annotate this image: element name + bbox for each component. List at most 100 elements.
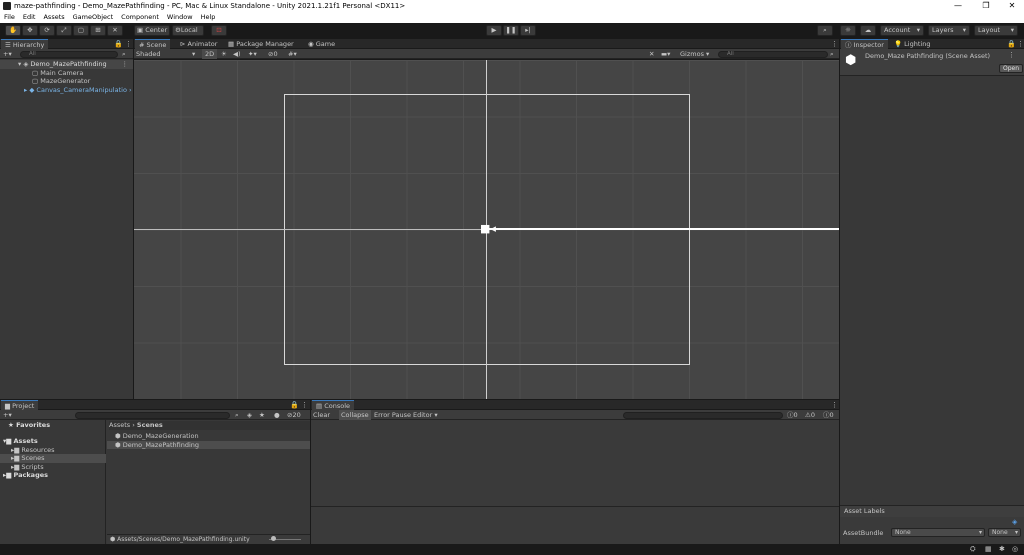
tab-console[interactable]: ▤ Console <box>312 400 355 410</box>
layers-dropdown[interactable]: Layers ▾ <box>928 25 970 36</box>
lock-icon[interactable]: 🔒 <box>1007 39 1016 49</box>
tag-icon[interactable]: ◈ <box>1012 518 1017 526</box>
open-button[interactable]: Open <box>999 64 1024 73</box>
file-item[interactable]: ⬢ Demo_MazeGeneration <box>115 432 199 441</box>
breadcrumb-assets[interactable]: Assets <box>109 421 130 429</box>
tab-package-manager[interactable]: ▦ Package Manager <box>224 39 298 49</box>
kebab-menu-icon[interactable]: ⋮ <box>1017 39 1024 49</box>
kebab-menu-icon[interactable]: ⋮ <box>301 400 308 410</box>
transform-tool-button[interactable]: ⊞ <box>90 25 106 36</box>
favorites-item[interactable]: ★ Favorites <box>8 421 50 430</box>
lock-icon[interactable]: 🔒 <box>290 400 299 410</box>
camera-settings-icon[interactable]: ▬▾ <box>661 49 670 59</box>
asset-variant-dropdown[interactable]: None ▾ <box>988 528 1021 537</box>
rotate-tool-button[interactable]: ⟳ <box>39 25 55 36</box>
clear-button[interactable]: Clear <box>313 410 330 420</box>
search-by-type-icon[interactable]: ⌕ <box>235 410 239 420</box>
search-button[interactable]: ⌕ <box>817 25 833 36</box>
grid-toggle-icon[interactable]: #▾ <box>288 49 297 59</box>
hierarchy-search-input[interactable]: All <box>20 50 118 58</box>
favorite-icon[interactable]: ★ <box>259 410 265 420</box>
packages-folder[interactable]: ▸▆ Packages <box>3 471 48 480</box>
menu-component[interactable]: Component <box>117 12 163 23</box>
menu-help[interactable]: Help <box>197 12 220 23</box>
folder-resources[interactable]: ▸▆ Resources <box>11 446 55 455</box>
menu-window[interactable]: Window <box>163 12 197 23</box>
menu-edit[interactable]: Edit <box>19 12 40 23</box>
scene-viewport[interactable]: ■◂ <box>134 60 839 399</box>
console-search-input[interactable] <box>623 411 783 419</box>
rect-tool-button[interactable]: ▢ <box>73 25 89 36</box>
audio-toggle-icon[interactable]: ◀) <box>233 49 241 59</box>
settings-icon[interactable]: ⋮ <box>1008 51 1015 59</box>
folder-scripts[interactable]: ▸▆ Scripts <box>11 463 44 472</box>
pivot-local-toggle[interactable]: ⚙Local <box>172 25 204 36</box>
slider-handle[interactable] <box>271 536 276 541</box>
close-button[interactable]: ✕ <box>1000 0 1024 12</box>
custom-tool-button[interactable]: ✕ <box>107 25 123 36</box>
hierarchy-item-mazegenerator[interactable]: ▢ MazeGenerator <box>32 77 90 86</box>
tab-hierarchy[interactable]: ☰ Hierarchy <box>1 39 49 49</box>
lock-icon[interactable]: 🔒 <box>114 39 123 49</box>
restore-button[interactable]: ❐ <box>974 0 998 12</box>
chevron-down-icon[interactable]: ▾ <box>192 49 195 59</box>
assets-folder[interactable]: ▾▆ Assets <box>3 437 38 446</box>
camera-gizmo-icon[interactable]: ■◂ <box>480 223 496 234</box>
menu-assets[interactable]: Assets <box>39 12 68 23</box>
menu-gameobject[interactable]: GameObject <box>69 12 118 23</box>
log-count-toggle[interactable]: ⓘ0 <box>787 410 798 420</box>
kebab-menu-icon[interactable]: ⋮ <box>125 39 132 49</box>
pause-button[interactable]: ❚❚ <box>503 25 519 36</box>
minimize-button[interactable]: — <box>946 0 970 12</box>
filter-icon[interactable]: ⌕ <box>122 49 126 59</box>
tab-inspector[interactable]: ⓘ Inspector <box>841 39 888 49</box>
editor-dropdown[interactable]: Editor ▾ <box>413 410 438 420</box>
filter-icon[interactable]: ⌕ <box>830 49 834 59</box>
create-plus-icon[interactable]: +▾ <box>3 410 12 420</box>
kebab-menu-icon[interactable]: ⋮ <box>831 39 838 49</box>
hand-tool-button[interactable]: ✋ <box>5 25 21 36</box>
create-plus-icon[interactable]: +▾ <box>3 49 12 59</box>
tab-animator[interactable]: ⊳ Animator <box>176 39 221 49</box>
pivot-center-toggle[interactable]: ▣ Center <box>134 25 170 36</box>
effects-toggle-icon[interactable]: ✦▾ <box>248 49 257 59</box>
account-dropdown[interactable]: Account ▾ <box>880 25 924 36</box>
play-button[interactable]: ▶ <box>486 25 502 36</box>
collapse-button[interactable]: Collapse <box>339 410 371 420</box>
tools-icon[interactable]: ✕ <box>649 49 654 59</box>
scene-row[interactable]: ▾ ◈ Demo_MazePathfinding ⋮ <box>0 60 133 69</box>
shading-dropdown[interactable]: Shaded <box>136 49 160 59</box>
tab-game[interactable]: ◉ Game <box>304 39 339 49</box>
gizmos-dropdown[interactable]: Gizmos ▾ <box>680 49 709 59</box>
lighting-toggle-icon[interactable]: ☀ <box>221 49 227 59</box>
cache-server-icon[interactable]: ▦ <box>985 545 992 553</box>
hierarchy-item-canvas[interactable]: ▸ ◆ Canvas_CameraManipulatio › <box>24 86 132 95</box>
layout-dropdown[interactable]: Layout ▾ <box>974 25 1018 36</box>
2d-toggle[interactable]: 2D <box>202 49 218 59</box>
search-by-label-icon[interactable]: ◈ <box>247 410 252 420</box>
tab-lighting[interactable]: 💡 Lighting <box>890 39 934 49</box>
console-split-divider[interactable] <box>311 506 839 507</box>
breadcrumb-scenes[interactable]: Scenes <box>137 421 163 429</box>
scene-search-input[interactable]: All <box>718 50 828 58</box>
debug-icon[interactable]: ✱ <box>999 545 1005 553</box>
bake-icon[interactable]: ⛭ <box>970 545 976 554</box>
move-tool-button[interactable]: ✥ <box>22 25 38 36</box>
file-item-selected[interactable]: ⬢ Demo_MazePathfinding <box>107 440 310 449</box>
project-search-input[interactable] <box>75 411 230 419</box>
asset-bundle-dropdown[interactable]: None ▾ <box>891 528 985 537</box>
hierarchy-item-main-camera[interactable]: ▢ Main Camera <box>32 69 83 78</box>
error-pause-button[interactable]: Error Pause <box>374 410 411 420</box>
cloud-button[interactable]: ☁ <box>860 25 876 36</box>
folder-scenes[interactable]: ▸▆ Scenes <box>0 454 106 463</box>
hidden-packages-toggle[interactable]: ⊘20 <box>287 410 301 420</box>
kebab-menu-icon[interactable]: ⋮ <box>831 400 838 410</box>
step-button[interactable]: ▸| <box>520 25 536 36</box>
tab-scene[interactable]: # Scene <box>135 39 171 49</box>
visibility-icon[interactable]: ● <box>274 410 280 420</box>
tab-project[interactable]: ▆ Project <box>1 400 39 410</box>
grid-snap-button[interactable]: ⊡ <box>211 25 227 36</box>
kebab-menu-icon[interactable]: ⋮ <box>122 60 129 69</box>
error-count-toggle[interactable]: ⓘ0 <box>823 410 834 420</box>
warning-count-toggle[interactable]: ⚠0 <box>805 410 815 420</box>
